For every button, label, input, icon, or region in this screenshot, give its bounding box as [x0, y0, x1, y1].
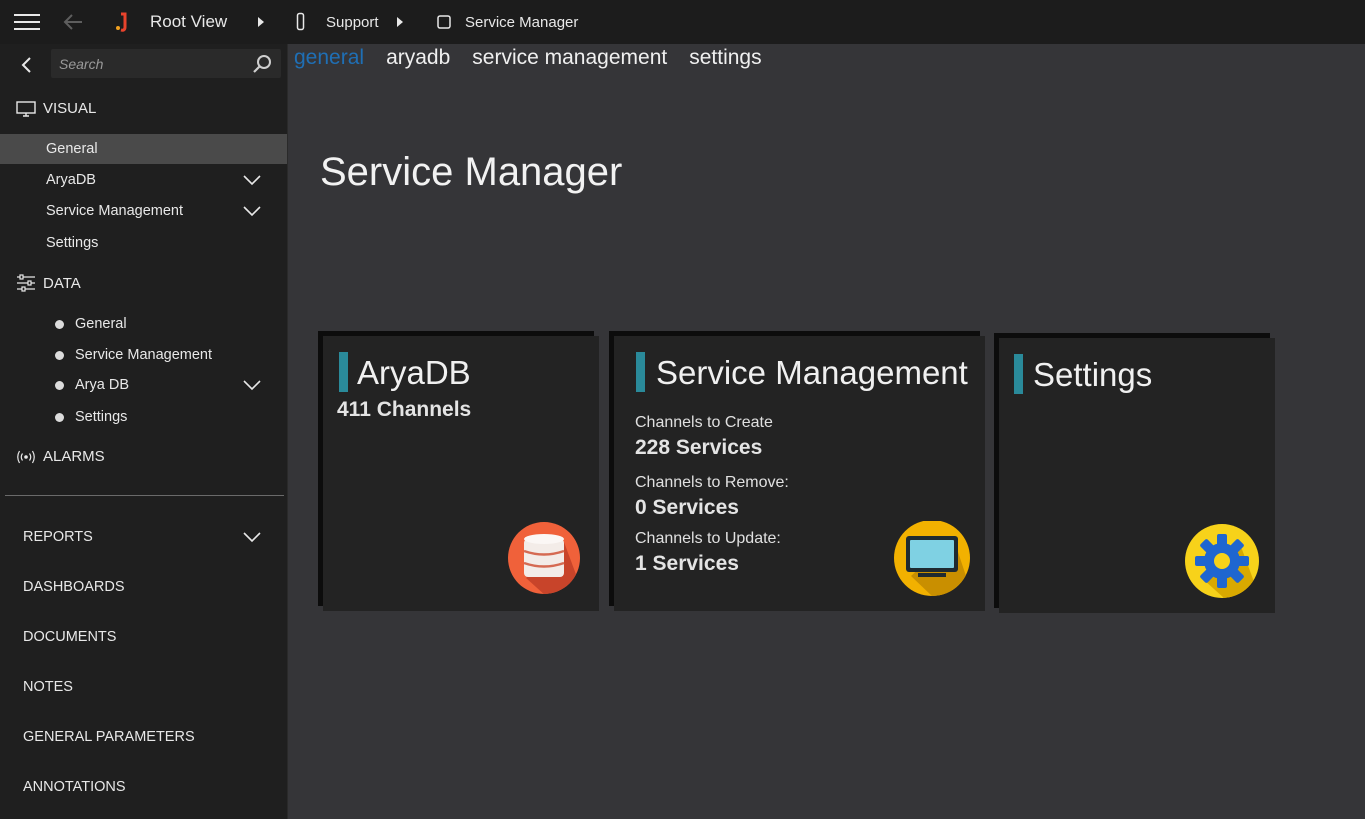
tab-settings[interactable]: settings: [689, 46, 761, 70]
sliders-icon: [17, 274, 35, 292]
search-box: [51, 49, 281, 78]
sidebar-item-label: General: [46, 141, 98, 157]
sidebar-item-label: Arya DB: [75, 377, 129, 393]
bullet-dot-icon: [55, 412, 64, 422]
sidebar-item-label: AryaDB: [46, 172, 96, 188]
card-accent-bar: [339, 352, 348, 392]
root-view-icon: [116, 12, 127, 32]
hamburger-menu-icon[interactable]: [14, 14, 40, 32]
tab-aryadb[interactable]: aryadb: [386, 46, 450, 70]
gear-icon: [1185, 524, 1259, 598]
sidebar-item-label: Service Management: [75, 347, 213, 363]
card-title: AryaDB: [357, 354, 471, 391]
channels-to-remove-label: Channels to Remove:: [635, 474, 789, 491]
sidebar-item-general-parameters[interactable]: GENERAL PARAMETERS: [0, 717, 287, 757]
section-alarms[interactable]: ALARMS: [16, 448, 105, 465]
channels-to-remove-value: 0 Services: [635, 496, 739, 519]
sidebar-item-documents[interactable]: DOCUMENTS: [0, 617, 287, 657]
breadcrumb-label: Service Manager: [465, 13, 579, 31]
sidebar-item-label: Settings: [75, 409, 128, 425]
caret-right-icon: [397, 17, 403, 27]
card-value: 411 Channels: [337, 398, 472, 421]
sidebar-item-reports[interactable]: REPORTS: [0, 517, 287, 557]
sidebar-item-data-arya-db[interactable]: Arya DB: [0, 370, 287, 400]
bullet-dot-icon: [55, 350, 64, 360]
bullet-dot-icon: [55, 319, 64, 329]
monitor-icon: [894, 521, 970, 596]
card-accent-bar: [636, 352, 645, 392]
sidebar-item-label: REPORTS: [23, 529, 93, 545]
sidebar-item-label: General: [75, 316, 127, 332]
breadcrumb-label: Support: [326, 13, 379, 31]
tab-service-management[interactable]: service management: [472, 46, 667, 70]
breadcrumb-service-manager[interactable]: Service Manager: [436, 0, 578, 44]
breadcrumb-support[interactable]: Support: [296, 0, 379, 44]
sidebar-item-visual-general[interactable]: General: [0, 134, 287, 164]
top-bar: Root View Support Service Manager: [0, 0, 1365, 44]
sidebar-item-label: Service Management: [46, 203, 184, 219]
back-arrow-icon[interactable]: [60, 9, 86, 35]
sidebar-item-data-general[interactable]: General: [0, 309, 287, 339]
sidebar-item-data-settings[interactable]: Settings: [0, 402, 287, 432]
tab-general[interactable]: general: [294, 46, 364, 70]
collapse-sidebar-icon[interactable]: [18, 56, 34, 74]
chevron-down-icon[interactable]: [243, 205, 261, 217]
sidebar-item-visual-settings[interactable]: Settings: [0, 228, 287, 258]
chevron-down-icon[interactable]: [243, 379, 261, 391]
chevron-down-icon[interactable]: [243, 174, 261, 186]
sidebar-item-label: DASHBOARDS: [23, 579, 125, 595]
broadcast-icon: [17, 450, 35, 463]
section-visual[interactable]: VISUAL: [16, 100, 96, 117]
card-service-management[interactable]: Service Management Channels to Create 22…: [614, 336, 985, 611]
card-settings[interactable]: Settings: [999, 338, 1275, 613]
sidebar-item-label: GENERAL PARAMETERS: [23, 729, 195, 745]
sidebar-item-data-service-management[interactable]: Service Management: [0, 340, 287, 370]
tab-bar: general aryadb service management settin…: [294, 46, 784, 70]
sidebar-item-dashboards[interactable]: DASHBOARDS: [0, 567, 287, 607]
sidebar-item-visual-service-management[interactable]: Service Management: [0, 196, 287, 226]
sidebar-divider: [5, 495, 284, 496]
sidebar-item-label: DOCUMENTS: [23, 629, 117, 645]
section-label: VISUAL: [43, 100, 97, 117]
search-input[interactable]: [51, 49, 257, 78]
device-icon: [296, 12, 305, 31]
card-accent-bar: [1014, 354, 1023, 394]
search-icon[interactable]: [251, 53, 273, 75]
caret-right-icon: [258, 17, 264, 27]
card-aryadb[interactable]: AryaDB 411 Channels: [323, 336, 599, 611]
section-data[interactable]: DATA: [16, 274, 81, 292]
breadcrumb-label: Root View: [150, 12, 228, 31]
sidebar-item-label: Settings: [46, 235, 99, 251]
chevron-down-icon[interactable]: [243, 531, 261, 543]
breadcrumb-root-view[interactable]: Root View: [112, 0, 227, 44]
sidebar-item-visual-aryadb[interactable]: AryaDB: [0, 165, 287, 195]
card-title: Service Management: [656, 354, 968, 391]
section-label: ALARMS: [43, 448, 105, 465]
channels-to-update-label: Channels to Update:: [635, 530, 781, 547]
monitor-outline-icon: [16, 100, 36, 117]
sidebar-item-label: NOTES: [23, 679, 73, 695]
database-icon: [508, 522, 580, 594]
square-icon: [437, 15, 451, 29]
card-title: Settings: [1033, 356, 1153, 393]
channels-to-update-value: 1 Services: [635, 552, 739, 575]
sidebar-item-notes[interactable]: NOTES: [0, 667, 287, 707]
channels-to-create-value: 228 Services: [635, 436, 763, 459]
sidebar-item-label: ANNOTATIONS: [23, 779, 126, 795]
sidebar: VISUAL General AryaDB Service Management…: [0, 44, 288, 819]
channels-to-create-label: Channels to Create: [635, 414, 773, 431]
section-label: DATA: [43, 274, 81, 292]
page-title: Service Manager: [320, 150, 623, 194]
sidebar-item-annotations[interactable]: ANNOTATIONS: [0, 767, 287, 807]
bullet-dot-icon: [55, 380, 64, 390]
